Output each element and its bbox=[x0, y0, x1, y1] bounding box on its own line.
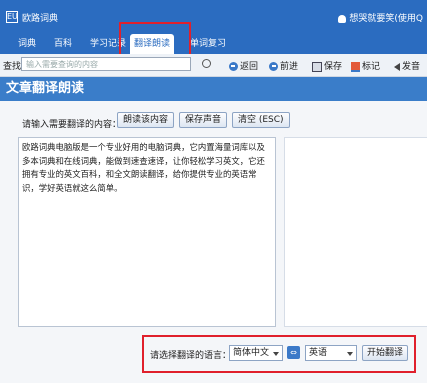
title-bar: EU 欧路词典 想哭就要笑(使用Q bbox=[0, 0, 427, 34]
user-account[interactable]: 想哭就要笑(使用Q bbox=[338, 11, 423, 24]
tab-encyclopedia[interactable]: 百科 bbox=[50, 34, 76, 54]
user-name: 想哭就要笑(使用Q bbox=[349, 14, 423, 24]
tab-review[interactable]: 单词复习 bbox=[186, 34, 230, 54]
search-input[interactable] bbox=[21, 57, 191, 71]
language-label: 请选择翻译的语言： bbox=[150, 351, 232, 361]
mark-button[interactable]: 标记 bbox=[351, 59, 380, 72]
source-language-select[interactable]: 简体中文 bbox=[229, 345, 283, 361]
forward-icon bbox=[269, 62, 278, 71]
bookmark-icon bbox=[351, 61, 360, 72]
app-logo-icon: EU bbox=[6, 11, 18, 23]
search-label: 查找 bbox=[3, 62, 22, 72]
swap-languages-icon[interactable]: ⇔ bbox=[287, 346, 300, 359]
translation-output-area[interactable] bbox=[284, 137, 427, 327]
read-aloud-button[interactable]: 朗读该内容 bbox=[117, 112, 175, 128]
search-icon bbox=[202, 59, 211, 68]
mark-label: 标记 bbox=[362, 62, 381, 72]
search-button[interactable] bbox=[202, 59, 211, 69]
forward-label: 前进 bbox=[280, 62, 299, 72]
save-audio-button[interactable]: 保存声音 bbox=[179, 112, 228, 128]
toolbar: 查找 返回 前进 保存 标记 发音 bbox=[0, 54, 427, 77]
save-label: 保存 bbox=[324, 62, 343, 72]
source-text-area[interactable]: 欧路词典电脑版是一个专业好用的电脑词典，它内置海量词库以及多本词典和在线词典，能… bbox=[18, 137, 276, 327]
tab-dictionary[interactable]: 词典 bbox=[14, 34, 40, 54]
input-label: 请输入需要翻译的内容： bbox=[22, 120, 122, 130]
source-language-value: 简体中文 bbox=[233, 348, 270, 358]
back-button[interactable]: 返回 bbox=[229, 59, 258, 72]
target-language-value: 英语 bbox=[309, 348, 328, 358]
main-tabs: 词典 百科 学习记录 翻译朗读 单词复习 bbox=[0, 34, 427, 54]
chevron-down-icon bbox=[273, 352, 279, 356]
target-language-select[interactable]: 英语 bbox=[305, 345, 357, 361]
forward-button[interactable]: 前进 bbox=[269, 59, 298, 72]
save-icon bbox=[312, 61, 322, 72]
back-icon bbox=[229, 62, 238, 71]
start-translate-button[interactable]: 开始翻译 bbox=[362, 345, 409, 361]
app-title: 欧路词典 bbox=[22, 14, 59, 24]
back-label: 返回 bbox=[240, 62, 259, 72]
page-title: 文章翻译朗读 bbox=[0, 77, 427, 101]
clear-button[interactable]: 清空 (ESC) bbox=[232, 112, 290, 128]
speak-button[interactable]: 发音 bbox=[394, 59, 420, 72]
speak-label: 发音 bbox=[402, 62, 421, 72]
chevron-down-icon bbox=[347, 352, 353, 356]
speaker-icon bbox=[394, 62, 400, 71]
user-icon bbox=[338, 14, 347, 23]
save-button[interactable]: 保存 bbox=[312, 59, 342, 72]
